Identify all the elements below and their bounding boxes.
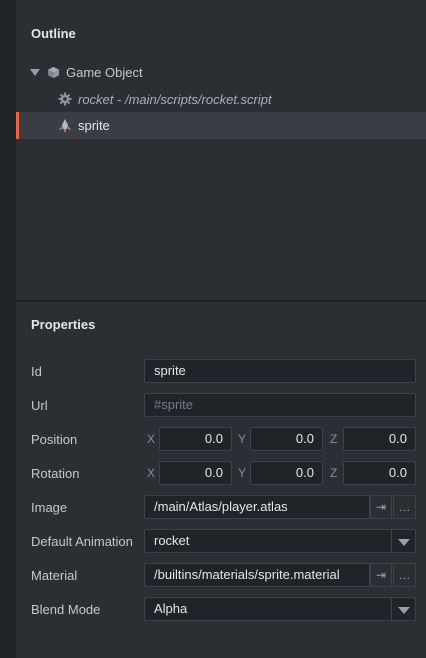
properties-panel: Properties Id sprite Url #sprite Positio… bbox=[16, 302, 426, 658]
tree-item-label: Game Object bbox=[66, 64, 143, 80]
game-object-cube-icon bbox=[46, 65, 60, 79]
rotation-label: Rotation bbox=[31, 466, 80, 481]
tree-item-label: sprite bbox=[78, 118, 110, 133]
default-animation-select[interactable]: rocket bbox=[144, 529, 416, 553]
tree-item-label: rocket - /main/scripts/rocket.script bbox=[78, 91, 272, 107]
axis-x-label: X bbox=[147, 432, 156, 446]
position-z-input[interactable]: 0.0 bbox=[343, 427, 416, 451]
material-browse-button[interactable]: … bbox=[393, 563, 416, 587]
property-rotation: Rotation X 0.0 Y 0.0 Z 0.0 bbox=[16, 461, 426, 487]
goto-icon: ⇥ bbox=[375, 500, 387, 514]
id-input[interactable]: sprite bbox=[144, 359, 416, 383]
axis-y-label: Y bbox=[238, 432, 247, 446]
property-position: Position X 0.0 Y 0.0 Z 0.0 bbox=[16, 427, 426, 453]
ellipsis-icon: … bbox=[398, 500, 411, 514]
tree-item-sprite[interactable]: sprite bbox=[16, 112, 426, 139]
url-label: Url bbox=[31, 398, 48, 413]
blend-mode-select[interactable]: Alpha bbox=[144, 597, 416, 621]
rotation-y-input[interactable]: 0.0 bbox=[250, 461, 323, 485]
dropdown-arrow-icon[interactable] bbox=[391, 530, 415, 552]
material-goto-button[interactable]: ⇥ bbox=[370, 563, 392, 587]
rotation-x-input[interactable]: 0.0 bbox=[159, 461, 232, 485]
property-url: Url #sprite bbox=[16, 393, 426, 419]
rotation-z-input[interactable]: 0.0 bbox=[343, 461, 416, 485]
axis-y-label: Y bbox=[238, 466, 247, 480]
property-default-animation: Default Animation rocket bbox=[16, 529, 426, 555]
blend-mode-value: Alpha bbox=[154, 601, 188, 616]
axis-z-label: Z bbox=[330, 432, 338, 446]
properties-title: Properties bbox=[31, 317, 96, 332]
default-animation-value: rocket bbox=[154, 533, 190, 548]
image-browse-button[interactable]: … bbox=[393, 495, 416, 519]
default-animation-label: Default Animation bbox=[31, 534, 133, 549]
expand-caret-icon[interactable] bbox=[30, 68, 40, 76]
property-material: Material /builtins/materials/sprite.mate… bbox=[16, 563, 426, 589]
tree-item-script[interactable]: rocket - /main/scripts/rocket.script bbox=[16, 86, 426, 112]
axis-x-label: X bbox=[147, 466, 156, 480]
image-goto-button[interactable]: ⇥ bbox=[370, 495, 392, 519]
blend-mode-label: Blend Mode bbox=[31, 602, 101, 617]
property-blend-mode: Blend Mode Alpha bbox=[16, 597, 426, 623]
position-label: Position bbox=[31, 432, 78, 447]
property-id: Id sprite bbox=[16, 359, 426, 385]
axis-z-label: Z bbox=[330, 466, 338, 480]
position-y-input[interactable]: 0.0 bbox=[250, 427, 323, 451]
sprite-icon bbox=[58, 119, 72, 133]
outline-title: Outline bbox=[31, 26, 76, 41]
url-field: #sprite bbox=[144, 393, 416, 417]
material-label: Material bbox=[31, 568, 78, 583]
tree-item-game-object[interactable]: Game Object bbox=[16, 59, 426, 85]
left-gutter bbox=[0, 0, 16, 658]
dropdown-arrow-icon[interactable] bbox=[391, 598, 415, 620]
ellipsis-icon: … bbox=[398, 568, 411, 582]
outline-panel: Outline Game Object rocket - /main/scrip… bbox=[16, 0, 426, 300]
gear-icon bbox=[58, 92, 72, 106]
property-image: Image /main/Atlas/player.atlas ⇥ … bbox=[16, 495, 426, 521]
goto-icon: ⇥ bbox=[375, 568, 387, 582]
image-label: Image bbox=[31, 500, 68, 515]
image-path-input[interactable]: /main/Atlas/player.atlas bbox=[144, 495, 370, 519]
material-path-input[interactable]: /builtins/materials/sprite.material bbox=[144, 563, 370, 587]
position-x-input[interactable]: 0.0 bbox=[159, 427, 232, 451]
id-label: Id bbox=[31, 364, 42, 379]
